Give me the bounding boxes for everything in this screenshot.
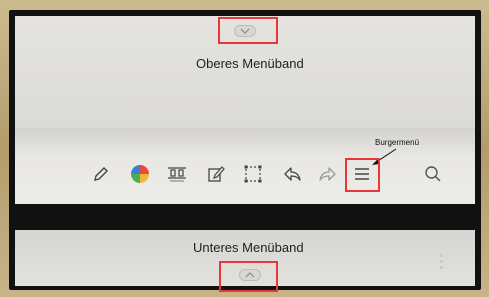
redo-button[interactable]	[317, 163, 339, 185]
search-icon	[425, 166, 441, 182]
lower-ribbon-caption: Unteres Menüband	[193, 240, 304, 255]
edit-page-icon	[208, 166, 225, 182]
lower-ribbon-toggle-highlight	[219, 261, 278, 292]
screen-upper-area: Oberes Menüband Burgermenü	[15, 16, 475, 204]
selection-icon	[244, 165, 262, 183]
selection-tool[interactable]	[242, 163, 264, 185]
upper-ribbon-caption: Oberes Menüband	[196, 56, 304, 71]
color-picker[interactable]	[129, 163, 151, 185]
upper-ribbon-toggle-highlight	[218, 17, 278, 44]
undo-button[interactable]	[281, 163, 303, 185]
redo-icon	[319, 167, 336, 181]
layout-tool[interactable]	[166, 163, 188, 185]
pen-icon	[94, 167, 108, 181]
burger-menu-label: Burgermenü	[375, 138, 420, 147]
color-wheel-icon	[131, 165, 149, 183]
undo-icon	[284, 167, 301, 181]
search-button[interactable]	[422, 163, 444, 185]
side-dots	[440, 254, 443, 272]
lower-toolbar: Burgermenü	[15, 128, 475, 204]
edit-page-tool[interactable]	[205, 163, 227, 185]
layout-icon	[168, 167, 186, 182]
burger-menu-highlight	[345, 158, 380, 192]
pen-tool[interactable]	[90, 163, 112, 185]
